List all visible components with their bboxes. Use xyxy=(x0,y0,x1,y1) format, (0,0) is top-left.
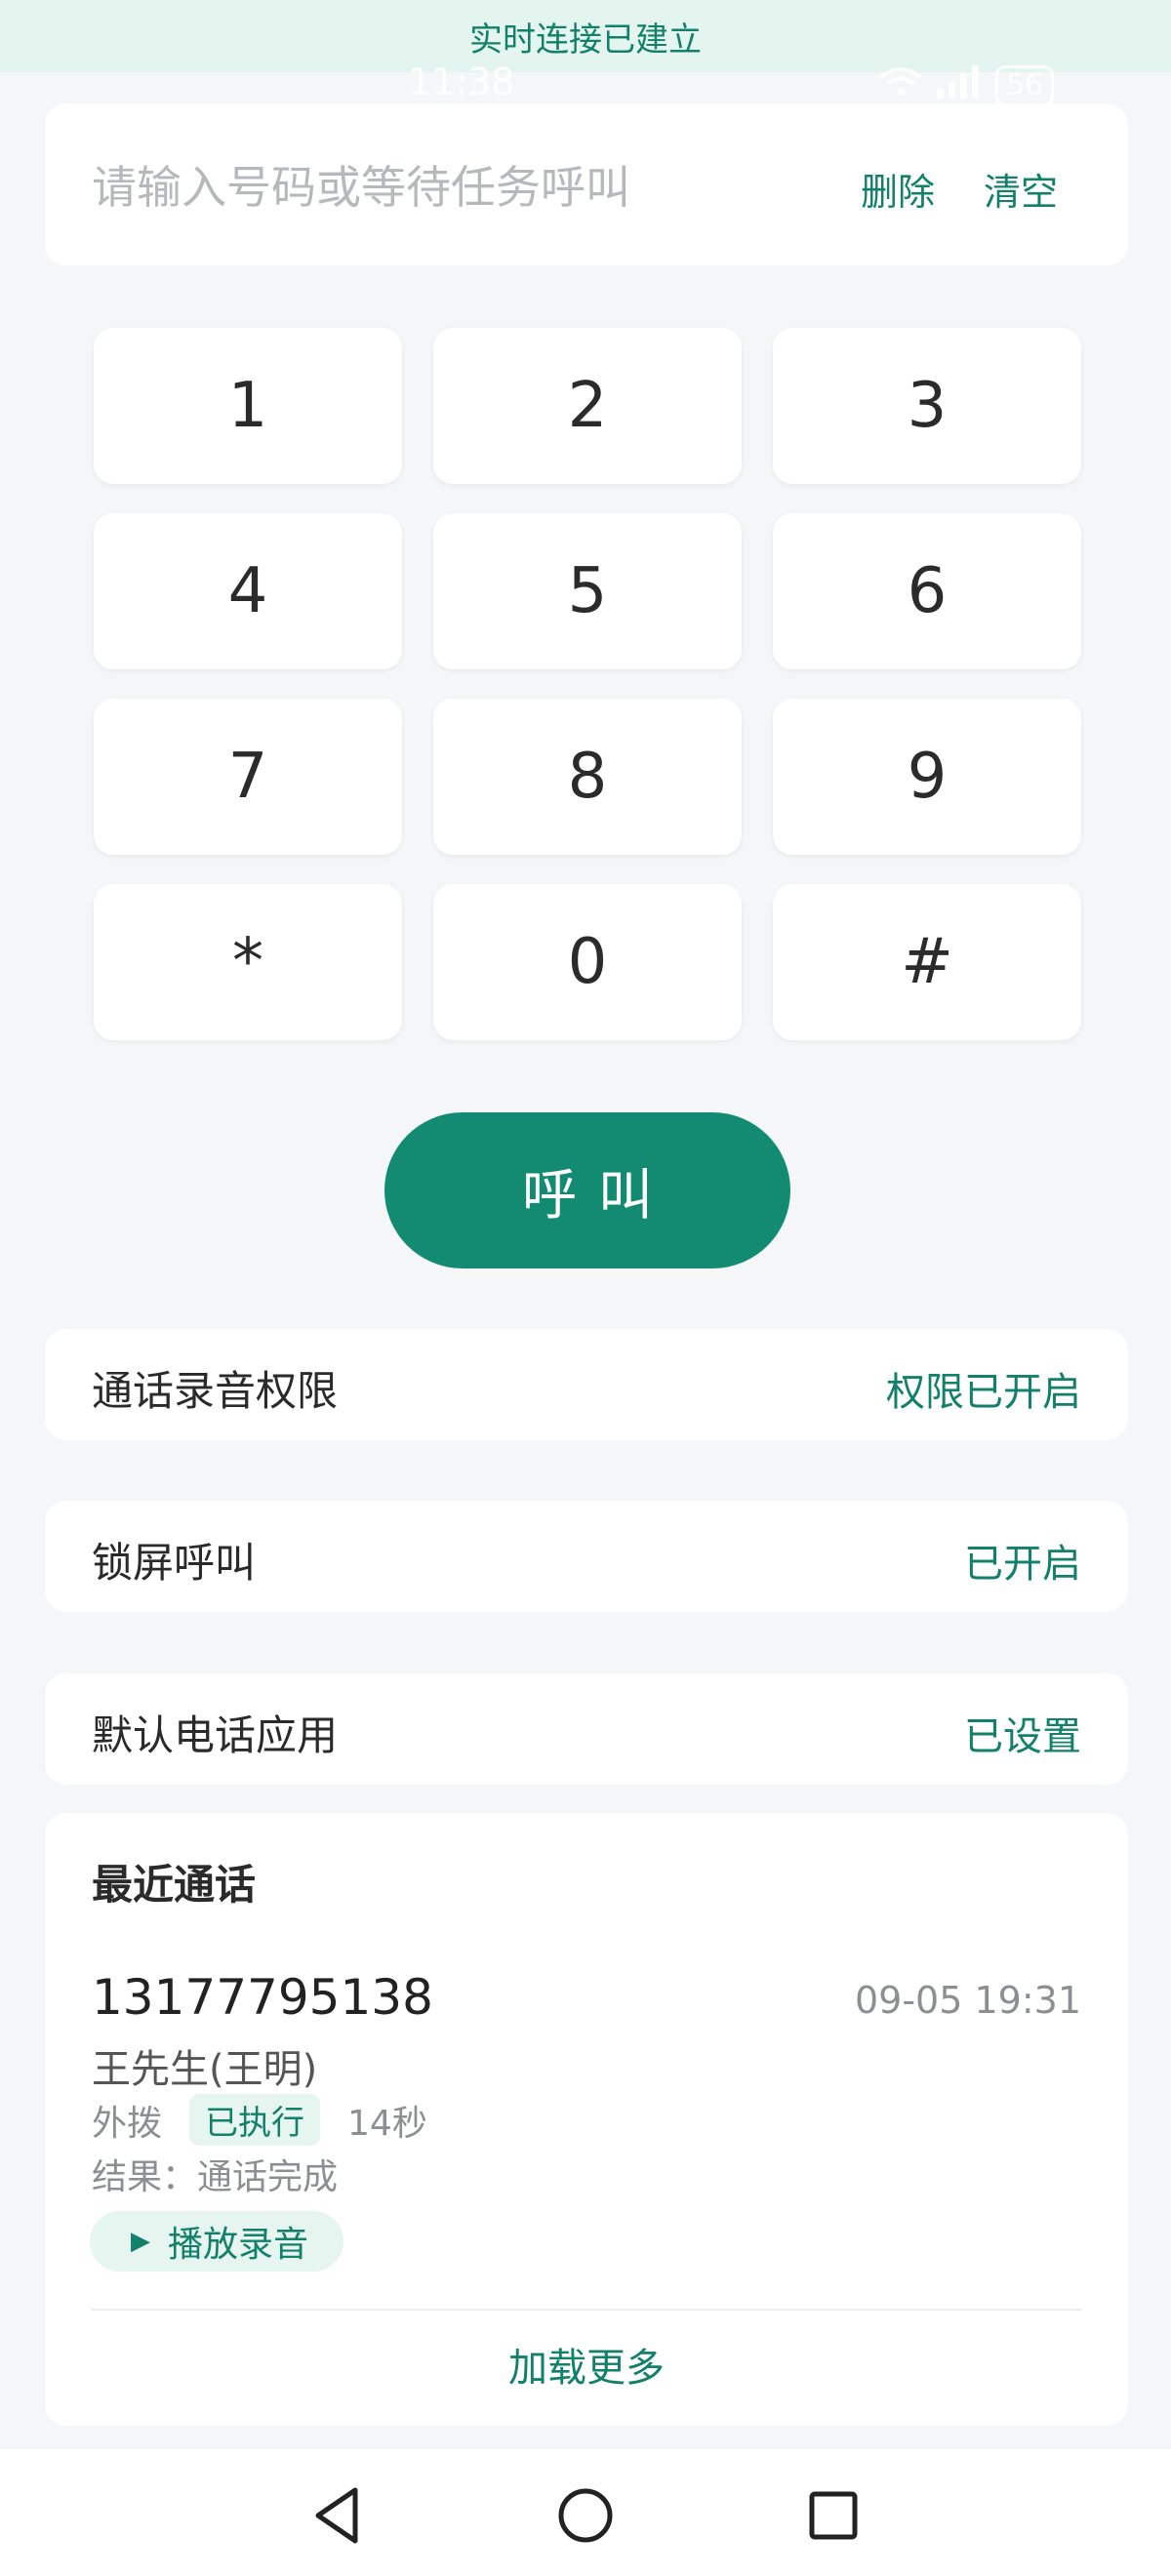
back-triangle-icon[interactable] xyxy=(299,2476,377,2555)
keypad-key-star[interactable]: * xyxy=(94,884,402,1040)
recent-calls-title: 最近通话 xyxy=(92,1861,257,1909)
status-time: 11:38 xyxy=(408,60,515,103)
setting-label: 默认电话应用 xyxy=(92,1711,339,1759)
wifi-icon xyxy=(878,64,923,107)
divider xyxy=(92,2309,1081,2311)
dial-number-input[interactable]: 请输入号码或等待任务呼叫 xyxy=(92,152,630,217)
recent-calls-card: 最近通话 13177795138 09-05 19:31 王先生(王明) 外拨 … xyxy=(45,1813,1128,2426)
keypad-key-3[interactable]: 3 xyxy=(773,328,1081,484)
keypad-key-9[interactable]: 9 xyxy=(773,699,1081,855)
keypad-key-6[interactable]: 6 xyxy=(773,513,1081,669)
keypad-key-7[interactable]: 7 xyxy=(94,699,402,855)
status-badge: 已执行 xyxy=(189,2094,321,2146)
play-icon: ▶ xyxy=(131,2227,150,2256)
home-circle-icon[interactable] xyxy=(546,2476,625,2555)
clear-button[interactable]: 清空 xyxy=(984,162,1058,216)
keypad-key-4[interactable]: 4 xyxy=(94,513,402,669)
recent-square-icon[interactable] xyxy=(794,2476,872,2555)
keypad-key-hash[interactable]: # xyxy=(773,884,1081,1040)
status-icons: 56 xyxy=(878,64,1055,107)
setting-row-recording-permission[interactable]: 通话录音权限 权限已开启 xyxy=(45,1329,1128,1440)
dial-input-card: 请输入号码或等待任务呼叫 删除 清空 xyxy=(45,103,1128,265)
load-more-button[interactable]: 加载更多 xyxy=(45,2336,1128,2393)
setting-row-lockscreen-call[interactable]: 锁屏呼叫 已开启 xyxy=(45,1501,1128,1612)
play-recording-button[interactable]: ▶ 播放录音 xyxy=(90,2211,344,2272)
signal-icon xyxy=(935,64,984,107)
call-record-meta: 外拨 已执行 14秒 xyxy=(92,2094,427,2146)
status-bar: 11:38 56 xyxy=(0,60,1171,109)
connection-banner-text: 实时连接已建立 xyxy=(469,20,702,60)
call-record-name: 王先生(王明) xyxy=(92,2047,318,2092)
setting-status: 权限已开启 xyxy=(886,1370,1081,1415)
call-duration: 14秒 xyxy=(347,2103,427,2144)
call-button-label: 呼叫 xyxy=(522,1163,674,1228)
setting-label: 通话录音权限 xyxy=(92,1367,339,1415)
keypad-key-1[interactable]: 1 xyxy=(94,328,402,484)
call-direction: 外拨 xyxy=(92,2103,163,2144)
keypad-key-0[interactable]: 0 xyxy=(433,884,742,1040)
setting-row-default-dialer[interactable]: 默认电话应用 已设置 xyxy=(45,1673,1128,1785)
call-record-time: 09-05 19:31 xyxy=(854,1979,1081,2022)
keypad-key-5[interactable]: 5 xyxy=(433,513,742,669)
keypad-key-8[interactable]: 8 xyxy=(433,699,742,855)
delete-button[interactable]: 删除 xyxy=(861,162,935,216)
system-nav-bar xyxy=(0,2449,1171,2576)
setting-status: 已设置 xyxy=(964,1714,1081,1759)
play-recording-label: 播放录音 xyxy=(168,2225,309,2265)
call-button[interactable]: 呼叫 xyxy=(384,1112,790,1268)
battery-icon: 56 xyxy=(995,65,1055,106)
setting-label: 锁屏呼叫 xyxy=(92,1539,257,1587)
call-record-result: 结果：通话完成 xyxy=(92,2157,339,2197)
setting-status: 已开启 xyxy=(964,1542,1081,1587)
call-record-number: 13177795138 xyxy=(92,1969,433,2026)
dial-keypad: 1 2 3 4 5 6 7 8 9 * 0 # xyxy=(94,328,1081,1040)
keypad-key-2[interactable]: 2 xyxy=(433,328,742,484)
